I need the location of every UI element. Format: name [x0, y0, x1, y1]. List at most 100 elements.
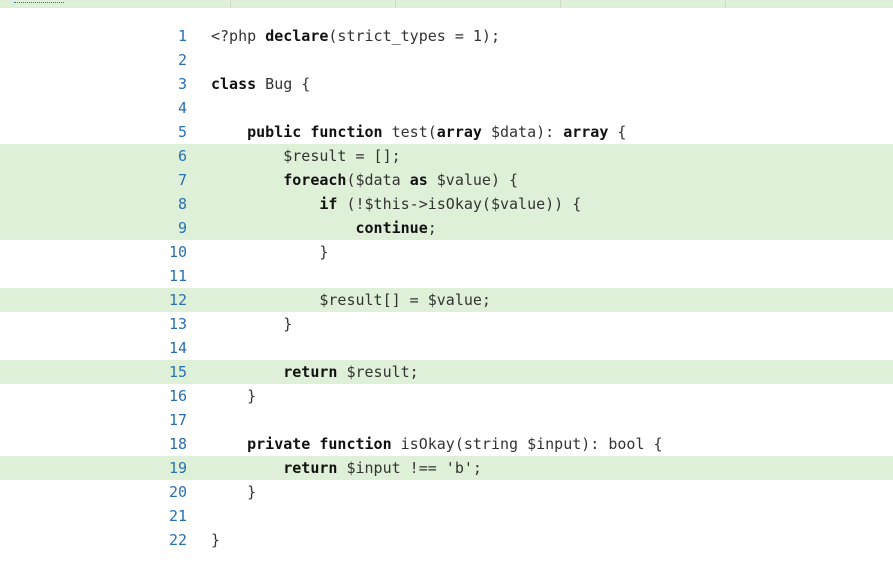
line-number[interactable]: 7 [150, 168, 187, 192]
code-keyword: array [563, 123, 609, 141]
line-number[interactable]: 2 [150, 48, 187, 72]
line-source: if (!$this->isOkay($value)) { [211, 192, 581, 216]
column-divider [725, 0, 726, 8]
line-number[interactable]: 20 [150, 480, 187, 504]
line-number[interactable]: 10 [150, 240, 187, 264]
line-number[interactable]: 1 [150, 24, 187, 48]
line-source: } [211, 312, 292, 336]
code-line: 9 continue; [0, 216, 893, 240]
line-number[interactable]: 5 [150, 120, 187, 144]
line-number[interactable]: 8 [150, 192, 187, 216]
line-number[interactable]: 18 [150, 432, 187, 456]
code-text: Bug { [256, 75, 311, 93]
code-text: (strict_types = 1); [328, 27, 500, 45]
line-source: } [211, 480, 256, 504]
code-keyword: declare [265, 27, 329, 45]
code-keyword: private [247, 435, 311, 453]
code-line: 12 $result[] = $value; [0, 288, 893, 312]
code-keyword: class [211, 75, 257, 93]
code-text: } [211, 315, 293, 333]
code-line: 7 foreach($data as $value) { [0, 168, 893, 192]
code-keyword: return [283, 459, 338, 477]
line-source: class Bug { [211, 72, 310, 96]
code-line: 11 [0, 264, 893, 288]
line-number[interactable]: 11 [150, 264, 187, 288]
source-code-listing: 1 <?php declare(strict_types = 1); 2 3 class… [0, 24, 893, 552]
code-text: (!$this->isOkay($value)) { [337, 195, 582, 213]
code-text: <?php [211, 27, 266, 45]
line-number[interactable]: 17 [150, 408, 187, 432]
line-number[interactable]: 12 [150, 288, 187, 312]
line-source: public function test(array $data): array… [211, 120, 626, 144]
line-number[interactable]: 4 [150, 96, 187, 120]
column-divider [560, 0, 561, 8]
line-number[interactable]: 3 [150, 72, 187, 96]
code-line: 4 [0, 96, 893, 120]
line-number[interactable]: 19 [150, 456, 187, 480]
code-line: 15 return $result; [0, 360, 893, 384]
code-keyword: function [310, 123, 383, 141]
line-source: <?php declare(strict_types = 1); [211, 24, 500, 48]
column-divider [230, 0, 231, 8]
code-line: 16 } [0, 384, 893, 408]
code-line: 8 if (!$this->isOkay($value)) { [0, 192, 893, 216]
code-line: 1 <?php declare(strict_types = 1); [0, 24, 893, 48]
code-line: 20 } [0, 480, 893, 504]
line-source: private function isOkay(string $input): … [211, 432, 662, 456]
coverage-summary-strip [0, 0, 893, 8]
code-line: 19 return $input !== 'b'; [0, 456, 893, 480]
code-line: 21 [0, 504, 893, 528]
code-line: 17 [0, 408, 893, 432]
line-number[interactable]: 14 [150, 336, 187, 360]
line-source: } [211, 384, 256, 408]
line-number[interactable]: 9 [150, 216, 187, 240]
code-text: } [211, 531, 221, 549]
code-text: $result; [337, 363, 419, 381]
code-line: 6 $result = []; [0, 144, 893, 168]
code-keyword: continue [355, 219, 428, 237]
code-line: 3 class Bug { [0, 72, 893, 96]
code-line: 22} [0, 528, 893, 552]
line-number[interactable]: 15 [150, 360, 187, 384]
line-source: return $input !== 'b'; [211, 456, 482, 480]
code-keyword: array [436, 123, 482, 141]
line-number[interactable]: 13 [150, 312, 187, 336]
code-text: } [211, 387, 257, 405]
code-text: } [211, 483, 257, 501]
code-keyword: public [247, 123, 302, 141]
code-line: 18 private function isOkay(string $input… [0, 432, 893, 456]
line-number[interactable]: 16 [150, 384, 187, 408]
line-source: } [211, 240, 328, 264]
code-line: 10 } [0, 240, 893, 264]
line-source: return $result; [211, 360, 419, 384]
line-source: $result[] = $value; [211, 288, 491, 312]
code-keyword: foreach [283, 171, 347, 189]
code-keyword: function [319, 435, 392, 453]
line-number[interactable]: 6 [150, 144, 187, 168]
code-keyword: if [319, 195, 338, 213]
summary-link-underline[interactable] [14, 0, 64, 3]
line-source: } [211, 528, 220, 552]
code-text: ($data [346, 171, 410, 189]
line-source: $result = []; [211, 144, 400, 168]
code-text: } [211, 243, 329, 261]
code-text: $data): [481, 123, 564, 141]
line-source: continue; [211, 216, 437, 240]
code-text: ; [427, 219, 437, 237]
code-text: $value) { [427, 171, 519, 189]
code-text: test( [382, 123, 437, 141]
code-keyword: as [409, 171, 428, 189]
line-number[interactable]: 22 [150, 528, 187, 552]
line-source: foreach($data as $value) { [211, 168, 518, 192]
code-text: { [608, 123, 627, 141]
line-number[interactable]: 21 [150, 504, 187, 528]
code-line: 5 public function test(array $data): arr… [0, 120, 893, 144]
